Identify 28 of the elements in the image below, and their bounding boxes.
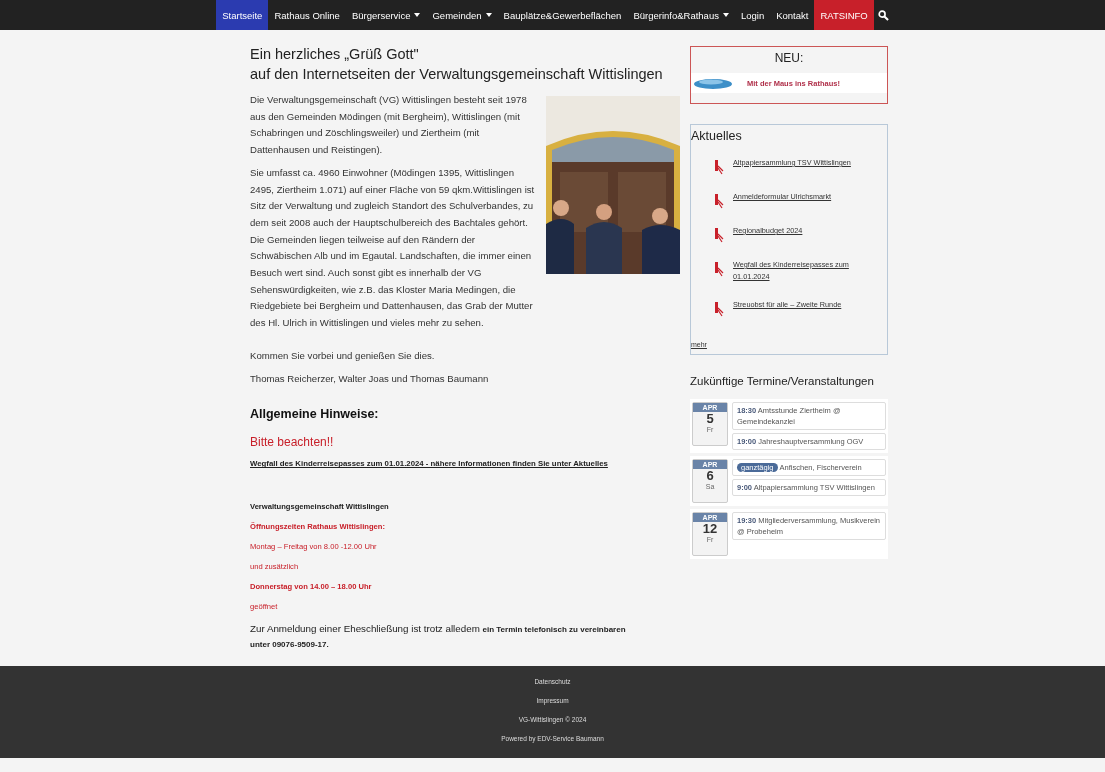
flag-icon — [713, 160, 725, 175]
paragraph: Kommen Sie vorbei und genießen Sie dies. — [250, 348, 436, 363]
search-icon[interactable] — [877, 9, 889, 21]
flag-icon — [713, 194, 725, 209]
nav-link[interactable]: Kontakt — [770, 0, 815, 30]
section-title: Zukünftige Termine/Veranstaltungen — [690, 375, 875, 387]
paragraph: Thomas Reicherzer, Walter Joas und Thomas Baumann — [250, 371, 490, 386]
box-title: NEU: — [773, 50, 805, 67]
nav-link[interactable]: Rathaus Online — [268, 0, 346, 30]
mouse-icon — [693, 76, 733, 90]
nav-link[interactable]: Login — [734, 0, 771, 30]
flag-icon — [713, 302, 725, 317]
paragraph: Zur Anmeldung einer Eheschließung ist trotz alledem ein Termin telefonisch zu vereinbaren unter 09076-9509-17. — [250, 622, 627, 652]
panel-title: Aktuelles — [691, 129, 743, 143]
alert-text: Bitte beachten!! — [250, 435, 335, 450]
nav-link[interactable]: Bürgerservice — [345, 0, 427, 30]
page-title: auf den Internetseiten der Verwaltungsgemeinschaft Wittislingen — [250, 65, 663, 84]
paragraph: Sie umfasst ca. 4960 Einwohner (Mödingen 1395, Wittislingen 2495, Ziertheim 1.071) auf einer Fläche von 59 qkm.Wittislingen ist Sitz der Verwaltung und zugleich Standort des Schulverbandes, zu dem seit 2008 auch der Hauptschulbereich des Bachtales gehört. Die Gemeinden liegen teilweise auf den Rändern der Schwäbischen Alb und im Egautal. Landschaften, die immer einen Besuch wert sind. Auch sonst gibt es innerhalb der VG Sehenswürdigkeiten, wie z.B. das Kloster Maria Medingen, die Riedgebiete bei Bergheim und Dattenhausen, das Grab der Mutter des Hl. Ulrich in Wittislingen und vieles mehr zu sehen. — [250, 165, 536, 331]
flag-icon — [713, 228, 725, 243]
section-heading: Allgemeine Hinweise: — [250, 407, 380, 422]
flag-icon — [713, 262, 725, 277]
nav-link[interactable]: Bauplätze&Gewerbeflächen — [497, 0, 628, 30]
nav-link[interactable]: Startseite — [216, 0, 269, 30]
page-title: Ein herzliches „Grüß Gott" — [250, 45, 419, 64]
nav-link[interactable]: RATSINFO — [814, 0, 874, 30]
nav-link[interactable]: Bürgerinfo&Rathaus — [627, 0, 735, 30]
nav-link[interactable]: Gemeinden — [426, 0, 498, 30]
paragraph: Die Verwaltungsgemeinschaft (VG) Wittislingen besteht seit 1978 aus den Gemeinden Mödingen (mit Bergheim), Wittislingen (mit Schabringen und Zöschlingsweiler) und Ziertheim (mit Dattenhausen und Reistingen). — [250, 93, 528, 158]
